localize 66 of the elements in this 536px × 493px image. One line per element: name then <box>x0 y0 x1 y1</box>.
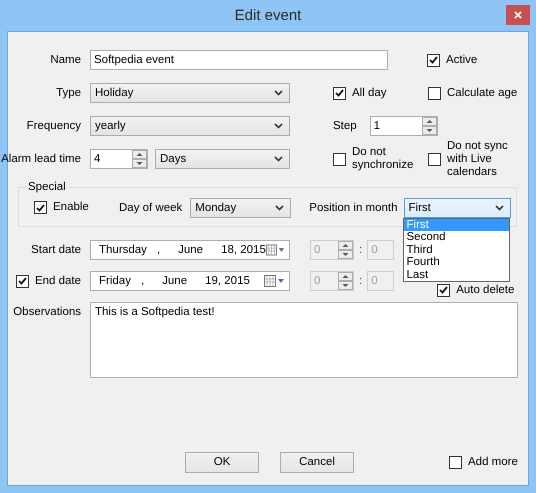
spin-box[interactable]: 1 <box>370 116 438 136</box>
checkbox-label: Active <box>446 54 478 66</box>
dropdown-option[interactable]: Third <box>404 244 508 256</box>
date-picker[interactable]: Friday , June 19, 2015 <box>90 271 290 291</box>
field-label: Start date <box>31 244 81 256</box>
checkbox[interactable] <box>427 54 440 66</box>
calendar-icon <box>264 275 285 287</box>
checkbox-label: Auto delete <box>456 284 514 296</box>
calendar-icon <box>266 244 285 256</box>
spin-arrows-icon <box>132 150 147 168</box>
dropdown[interactable]: Days <box>155 149 290 169</box>
checkmark-icon <box>36 204 45 212</box>
checkmark-icon <box>335 89 344 97</box>
checkmark-icon <box>429 56 438 64</box>
group-title: Special <box>27 181 67 193</box>
dropdown-option[interactable]: Second <box>404 231 508 244</box>
chevron-down-icon <box>274 123 283 129</box>
checkmark-icon <box>439 286 448 294</box>
checkbox-label: Enable <box>53 201 89 214</box>
checkbox-label: Calculate age <box>447 86 518 100</box>
checkmark-icon <box>18 277 27 285</box>
checkbox[interactable] <box>16 274 29 288</box>
window-title: Edit event <box>234 7 302 24</box>
checkbox[interactable] <box>333 86 346 100</box>
spin-arrows-icon <box>338 272 353 290</box>
spin-arrows-icon <box>338 241 353 259</box>
checkbox[interactable] <box>34 201 47 214</box>
dropdown-option[interactable]: Fourth <box>404 256 508 268</box>
dialog-button[interactable]: Cancel <box>280 452 354 472</box>
field-label: Type <box>56 87 81 99</box>
field-label: Observations <box>13 306 81 318</box>
date-picker[interactable]: Thursday , June 18, 2015 <box>90 240 290 260</box>
checkbox-label: All day <box>352 86 387 100</box>
checkbox[interactable] <box>449 456 462 468</box>
checkbox[interactable] <box>333 152 346 166</box>
spin-arrows-icon <box>422 117 437 135</box>
dropdown[interactable]: yearly <box>90 116 290 136</box>
field-label: Day of week <box>119 202 182 214</box>
field-label: Alarm lead time <box>1 153 81 165</box>
checkbox-label: Add more <box>468 456 518 468</box>
dropdown[interactable]: First <box>404 198 510 218</box>
field-label: Frequency <box>26 120 81 132</box>
field-label: Name <box>50 54 81 66</box>
checkbox-label: Do not sync with Live calendars <box>447 140 509 178</box>
time-separator: : <box>359 244 362 256</box>
checkbox-label: Do not synchronize <box>352 146 414 172</box>
close-icon <box>514 11 522 19</box>
dropdown[interactable]: Monday <box>190 198 292 218</box>
dropdown[interactable]: Holiday <box>90 83 290 103</box>
chevron-down-icon <box>494 204 504 210</box>
field-label: End date <box>34 275 81 287</box>
checkbox[interactable] <box>428 86 441 100</box>
chevron-down-icon <box>274 90 283 96</box>
chevron-down-icon <box>274 156 283 162</box>
field-label: Step <box>333 120 357 132</box>
time-separator: : <box>359 275 362 287</box>
name-field[interactable]: Softpedia event <box>90 50 388 70</box>
dialog-button[interactable]: OK <box>185 452 259 472</box>
close-button[interactable] <box>506 5 530 25</box>
checkbox[interactable] <box>428 152 441 166</box>
checkbox[interactable] <box>437 284 450 296</box>
spin-box[interactable]: 4 <box>90 149 148 169</box>
chevron-down-icon <box>275 204 284 210</box>
observations-field[interactable]: This is a Softpedia test! <box>90 302 518 378</box>
field-label: Position in month <box>309 202 398 214</box>
dropdown-option[interactable]: Last <box>404 268 508 281</box>
